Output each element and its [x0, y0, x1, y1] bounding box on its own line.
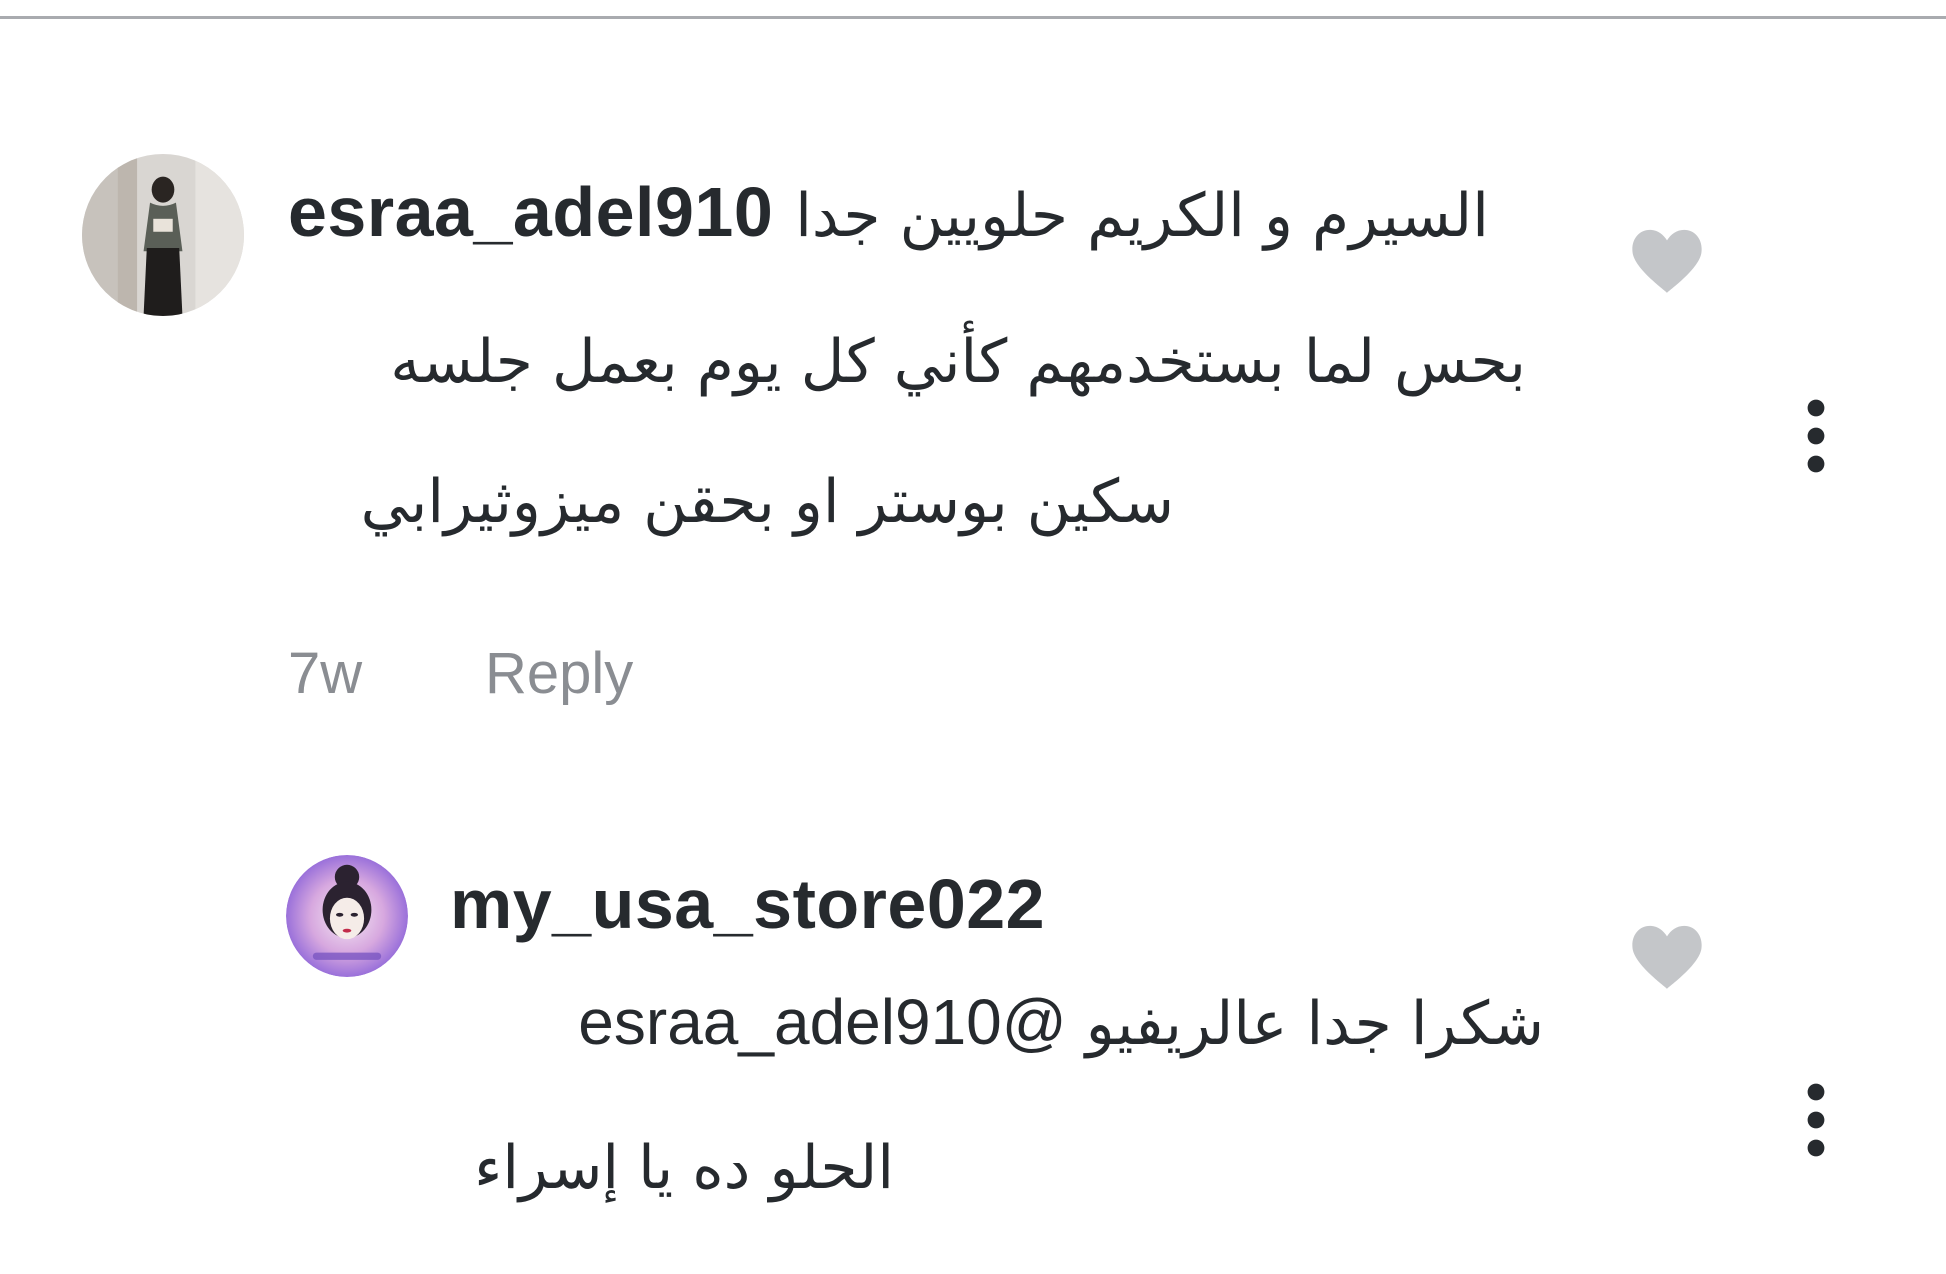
vertical-dots-icon[interactable]	[1796, 1080, 1836, 1160]
top-divider	[0, 16, 1946, 19]
mention-link[interactable]: @esraa_adel910	[578, 986, 1066, 1058]
avatar[interactable]	[286, 855, 408, 977]
heart-outline-icon[interactable]	[1628, 922, 1706, 992]
comment-first-line: esraa_adel910 السيرم و الكريم حلويين جدا	[288, 176, 1489, 252]
reply-text: شكرا جدا عالريفيو	[1085, 989, 1544, 1059]
vertical-dots-icon[interactable]	[1796, 396, 1836, 476]
comment-text-line: بحس لما بستخدمهم كأني كل يوم بعمل جلسه	[390, 327, 1526, 397]
heart-outline-icon[interactable]	[1628, 226, 1706, 296]
reply-username[interactable]: my_usa_store022	[450, 868, 1045, 940]
comment-username[interactable]: esraa_adel910	[288, 173, 773, 251]
comment-text-line: سكين بوستر او بحقن ميزوثيرابي	[360, 467, 1174, 537]
reply-text-line: الحلو ده يا إسراء	[474, 1133, 894, 1203]
comment-text-line: السيرم و الكريم حلويين جدا	[795, 181, 1489, 251]
store-logo-avatar	[286, 855, 408, 977]
avatar-photo	[82, 154, 244, 316]
reply-text-line: شكرا جدا عالريفيو @esraa_adel910	[578, 986, 1544, 1060]
comment-timestamp: 7w	[288, 641, 363, 706]
reply-button[interactable]: Reply	[485, 640, 633, 707]
avatar[interactable]	[82, 154, 244, 316]
